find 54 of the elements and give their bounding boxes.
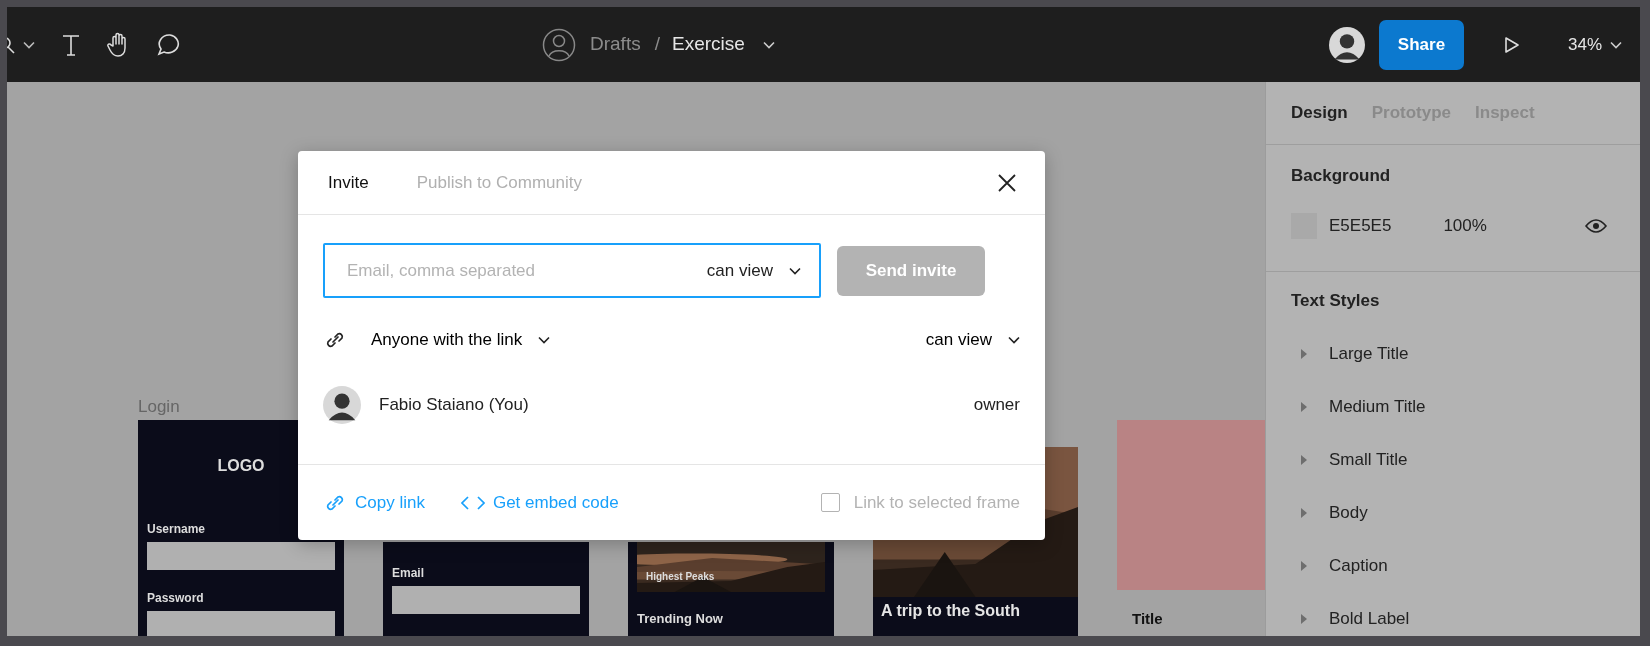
member-role: owner <box>973 394 1020 417</box>
text-style-item[interactable]: Large Title <box>1291 327 1615 381</box>
field-label: Password <box>147 590 205 607</box>
separator: / <box>654 32 660 57</box>
avatar-icon <box>1328 26 1365 63</box>
file-name-menu[interactable]: Exercise <box>671 30 745 59</box>
text-style-item[interactable]: Body <box>1291 486 1615 540</box>
field-label: Username <box>147 521 207 538</box>
image-caption: Highest Peaks <box>646 570 715 584</box>
section-title: Background <box>1291 165 1392 187</box>
permission-dropdown[interactable]: can view <box>706 257 801 284</box>
member-name: Fabio Staiano (You) <box>379 394 529 417</box>
caret-right-icon <box>1301 614 1307 624</box>
chevron-down-icon <box>1610 40 1622 49</box>
dialog-tab[interactable]: Invite <box>328 169 369 196</box>
access-dropdown[interactable]: Anyone with the link <box>371 327 551 353</box>
caret-right-icon <box>1301 402 1307 412</box>
zoom-menu[interactable]: 34% <box>1567 31 1622 58</box>
chevron-down-icon <box>538 336 551 344</box>
frame-label: Login <box>138 396 180 418</box>
chevron-down-icon[interactable] <box>23 40 35 49</box>
folder-link[interactable]: Drafts <box>590 30 641 59</box>
panel-tab[interactable]: Design <box>1291 100 1348 126</box>
opacity-value: 100% <box>1443 214 1487 237</box>
caret-right-icon <box>1301 561 1307 571</box>
user-icon <box>542 27 576 62</box>
chevron-down-icon <box>1008 336 1020 344</box>
avatar-icon <box>323 386 361 424</box>
checkbox-label: Link to selected frame <box>853 491 1020 514</box>
text-style-item[interactable]: Medium Title <box>1291 380 1615 434</box>
share-button[interactable]: Share <box>1378 19 1464 70</box>
section-title: Text Styles <box>1291 290 1381 312</box>
text-style-item[interactable]: Bold Label <box>1291 592 1615 636</box>
eye-icon[interactable] <box>1585 218 1607 233</box>
email-field[interactable]: Email, comma separated can view <box>323 243 821 298</box>
code-icon <box>460 493 485 512</box>
chevron-down-icon <box>762 40 775 49</box>
caret-right-icon <box>1301 508 1307 518</box>
heading: Title <box>1132 609 1163 629</box>
field-label: Email <box>392 565 425 582</box>
text-style-item[interactable]: Small Title <box>1291 433 1615 487</box>
text-tool-icon[interactable] <box>61 33 81 56</box>
logo-text: LOGO <box>216 456 266 476</box>
text-style-item[interactable]: Caption <box>1291 539 1615 593</box>
hex-value: E5E5E5 <box>1329 214 1392 237</box>
caret-right-icon <box>1301 455 1307 465</box>
play-icon[interactable] <box>1503 35 1520 54</box>
chevron-down-icon <box>789 266 801 275</box>
permission-dropdown[interactable]: can view <box>925 327 1020 353</box>
caret-right-icon <box>1301 349 1307 359</box>
checkbox[interactable] <box>820 493 840 512</box>
heading: Trending Now <box>637 610 724 628</box>
heading: A trip to the South <box>880 601 1021 621</box>
close-icon[interactable] <box>997 172 1017 193</box>
